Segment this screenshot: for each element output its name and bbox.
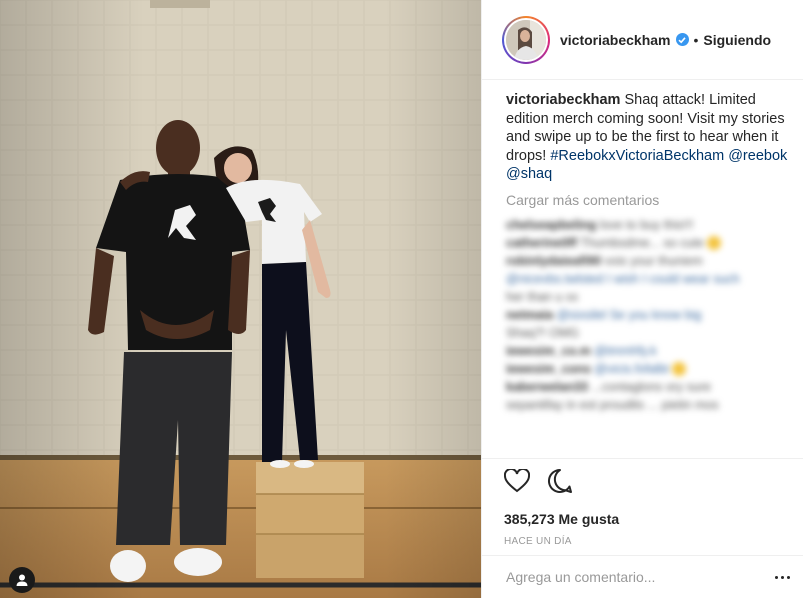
more-options-icon[interactable] xyxy=(775,567,790,587)
comment-input[interactable] xyxy=(506,569,756,585)
post-photo[interactable] xyxy=(0,0,481,598)
caption-hashtag[interactable]: #ReebokxVictoriaBeckham xyxy=(550,148,724,164)
list-item: iewesim_cons @vicis.fofalbt xyxy=(506,360,794,378)
list-item: kaberwelan33 ...contaglons ory sure xyxy=(506,379,711,394)
list-item: Shaq?! OMG xyxy=(506,325,579,340)
comment-icon[interactable] xyxy=(547,468,573,499)
comments-section: victoriabeckham Shaq attack! Limited edi… xyxy=(506,91,794,414)
post-actions: 385,273 Me gusta HACE UN DÍA xyxy=(482,458,803,558)
action-icons xyxy=(503,467,803,499)
list-item: @nicevbs.twlsted I wish I could wear suc… xyxy=(506,271,740,286)
heart-icon[interactable] xyxy=(503,467,531,498)
list-item: robinlydaieafi90 vois your thuniem xyxy=(506,253,703,268)
post-details-panel: victoriabeckham • Siguiendo victoriabeck… xyxy=(481,0,803,598)
header-separator: • xyxy=(693,31,699,48)
caption-username[interactable]: victoriabeckham xyxy=(506,92,620,108)
post-caption: victoriabeckham Shaq attack! Limited edi… xyxy=(506,91,794,184)
load-more-comments-link[interactable]: Cargar más comentarios xyxy=(506,192,794,208)
avatar xyxy=(506,19,546,60)
verified-icon xyxy=(675,33,689,46)
follow-button[interactable]: Siguiendo xyxy=(703,32,771,48)
header-username[interactable]: victoriabeckham xyxy=(560,32,671,48)
story-ring[interactable] xyxy=(502,15,550,64)
post-header: victoriabeckham • Siguiendo xyxy=(482,0,803,80)
list-item: iewesim_co.m @tmmhfy.k xyxy=(506,343,657,358)
post-timestamp[interactable]: HACE UN DÍA xyxy=(504,536,803,547)
list-item: her than u xx xyxy=(506,289,579,304)
caption-mention-shaq[interactable]: @shaq xyxy=(506,166,552,182)
add-comment-bar xyxy=(482,555,803,598)
caption-mention-reebok[interactable]: @reebok xyxy=(728,148,787,164)
like-count[interactable]: 385,273 Me gusta xyxy=(504,511,803,527)
list-item: sepantifay in est proudits ... pietin mo… xyxy=(506,397,719,412)
list-item: netmaia @sixsilel Se you know big xyxy=(506,307,702,322)
user-tag-icon[interactable] xyxy=(9,567,35,593)
blurred-comment-list: chelseapbeling love to buy this!!! cathe… xyxy=(506,216,794,414)
post-image xyxy=(0,0,481,598)
list-item: catherine0ff Thumbsdme... so cute xyxy=(506,234,794,252)
list-item: chelseapbeling love to buy this!!! xyxy=(506,217,694,232)
